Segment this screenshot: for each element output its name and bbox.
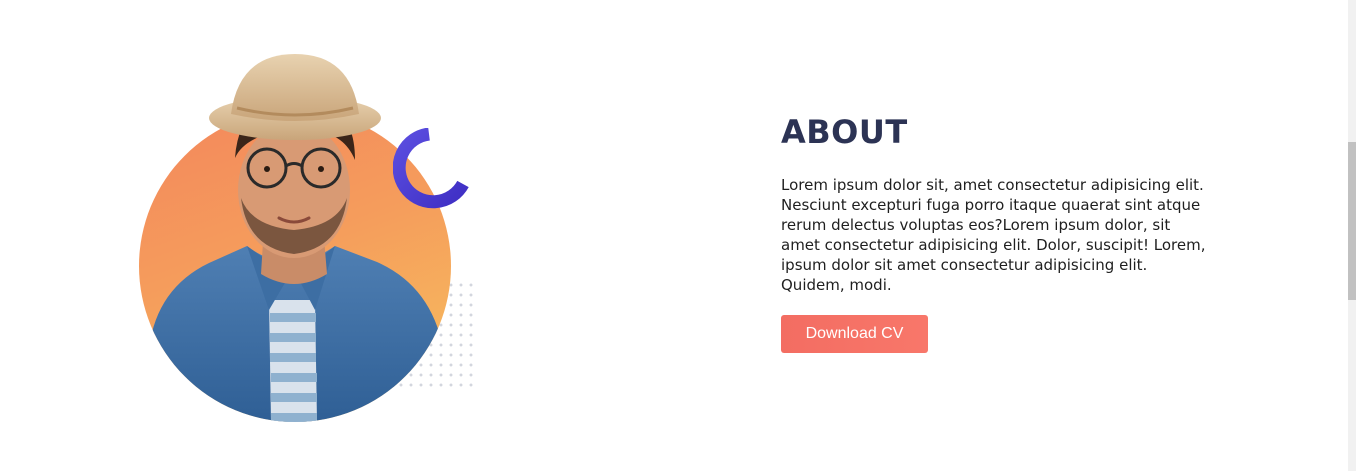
about-content: ABOUT Lorem ipsum dolor sit, amet consec… — [781, 112, 1221, 353]
download-cv-button[interactable]: Download CV — [781, 315, 928, 353]
profile-illustration — [135, 48, 480, 428]
about-description: Lorem ipsum dolor sit, amet consectetur … — [781, 176, 1206, 294]
profile-photo — [139, 54, 451, 422]
about-title: ABOUT — [781, 113, 908, 151]
about-section: ABOUT Lorem ipsum dolor sit, amet consec… — [0, 0, 1356, 471]
page-scrollbar[interactable] — [1348, 0, 1356, 471]
scrollbar-thumb[interactable] — [1348, 142, 1356, 300]
